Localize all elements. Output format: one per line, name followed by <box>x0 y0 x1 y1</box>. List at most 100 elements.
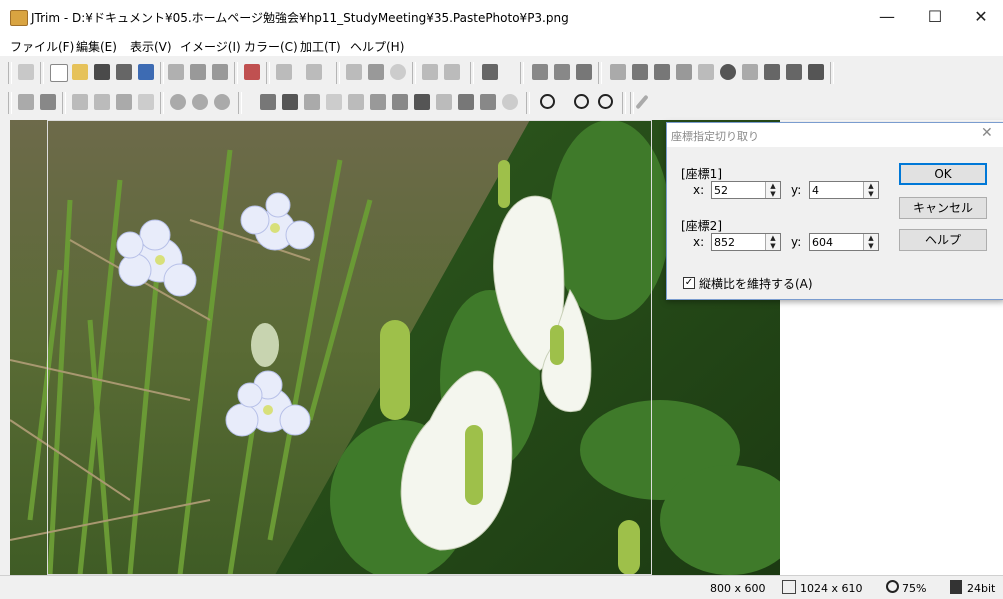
noise-icon[interactable] <box>742 64 758 80</box>
filter-icon[interactable] <box>554 64 570 80</box>
toolbar-separator <box>598 62 602 84</box>
app-icon <box>10 10 28 26</box>
trim-icon[interactable] <box>40 94 56 110</box>
paste-new-icon[interactable] <box>212 64 228 80</box>
toolbar-separator <box>8 92 12 114</box>
dialog-titlebar: 座標指定切り取り ✕ <box>667 123 1003 147</box>
y2-spinner[interactable]: ▲▼ <box>809 233 879 251</box>
y2-input[interactable] <box>810 234 866 250</box>
gamma-icon[interactable] <box>698 64 714 80</box>
x2-label: x: <box>693 235 705 249</box>
print-preview-icon[interactable] <box>138 64 154 80</box>
y1-spinner[interactable]: ▲▼ <box>809 181 879 199</box>
mosaic-icon[interactable] <box>326 94 342 110</box>
menu-color[interactable]: カラー(C) <box>244 38 298 55</box>
histogram-icon[interactable] <box>676 64 692 80</box>
maximize-button[interactable]: ☐ <box>912 0 958 34</box>
fill-icon[interactable] <box>282 94 298 110</box>
spinner-arrows-icon[interactable]: ▲ ▼ <box>863 234 878 250</box>
open-folder-icon[interactable] <box>72 64 88 80</box>
flip-h-icon[interactable] <box>72 94 88 110</box>
flip-v-icon[interactable] <box>94 94 110 110</box>
x2-spinner[interactable]: ▲▼ <box>711 233 781 251</box>
filter-icon[interactable] <box>576 64 592 80</box>
menu-help[interactable]: ヘルプ(H) <box>350 38 404 55</box>
menu-view[interactable]: 表示(V) <box>130 38 172 55</box>
y1-input[interactable] <box>810 182 866 198</box>
crop-selection[interactable] <box>47 120 652 575</box>
cancel-button[interactable]: キャンセル <box>899 197 987 219</box>
target-icon[interactable] <box>502 94 518 110</box>
resize-icon[interactable] <box>18 64 34 80</box>
select-icon[interactable] <box>346 64 362 80</box>
effect-icon[interactable] <box>808 64 824 80</box>
grid-icon[interactable] <box>422 64 438 80</box>
copy-icon[interactable] <box>168 64 184 80</box>
zoom-level: 75% <box>902 582 927 595</box>
square-icon[interactable] <box>414 94 430 110</box>
spinner-arrows-icon[interactable]: ▲ ▼ <box>765 182 780 198</box>
rotate-left-icon[interactable] <box>192 94 208 110</box>
effect-icon[interactable] <box>764 64 780 80</box>
effect-icon[interactable] <box>786 64 802 80</box>
sparkle-icon[interactable] <box>304 94 320 110</box>
zoom-in-icon[interactable] <box>574 94 589 109</box>
level-icon[interactable] <box>654 64 670 80</box>
keep-ratio-label[interactable]: 縦横比を維持する(A) <box>699 275 813 292</box>
toolbar-separator <box>8 62 12 84</box>
zoom-dropdown-icon[interactable] <box>540 94 555 109</box>
menu-process[interactable]: 加工(T) <box>300 38 341 55</box>
window-title: JTrim - D:¥ドキュメント¥05.ホームページ勉強会¥hp11_Stud… <box>31 11 569 25</box>
emboss-icon[interactable] <box>370 94 386 110</box>
toolbar-separator <box>160 92 164 114</box>
save-icon[interactable] <box>94 64 110 80</box>
crop-icon[interactable] <box>18 94 34 110</box>
pattern-icon[interactable] <box>436 94 452 110</box>
redo-icon[interactable] <box>306 64 322 80</box>
keep-ratio-checkbox[interactable]: ✓ <box>683 277 695 289</box>
rotate-icon[interactable] <box>170 94 186 110</box>
frame-icon[interactable] <box>444 64 460 80</box>
crop-coordinates-dialog: 座標指定切り取り ✕ [座標1] x: ▲▼ y: ▲▼ [座標2] x: ▲▼… <box>666 122 1003 300</box>
print-icon[interactable] <box>116 64 132 80</box>
image-canvas[interactable] <box>10 120 780 575</box>
rotate-right-icon[interactable] <box>214 94 230 110</box>
mirror-icon[interactable] <box>116 94 132 110</box>
x1-label: x: <box>693 183 705 197</box>
toolbar-edit <box>0 88 1003 118</box>
ok-button[interactable]: OK <box>899 163 987 185</box>
zoom-out-icon[interactable] <box>598 94 613 109</box>
edge-icon[interactable] <box>392 94 408 110</box>
x1-input[interactable] <box>712 182 768 198</box>
close-button[interactable]: ✕ <box>958 0 1003 34</box>
x1-spinner[interactable]: ▲▼ <box>711 181 781 199</box>
dialog-close-icon[interactable]: ✕ <box>981 125 993 141</box>
menu-edit[interactable]: 編集(E) <box>76 38 117 55</box>
x2-input[interactable] <box>712 234 768 250</box>
text-icon[interactable] <box>368 64 384 80</box>
eyedropper-icon[interactable] <box>635 94 649 110</box>
view-icon[interactable] <box>482 64 498 80</box>
brightness-icon[interactable] <box>610 64 626 80</box>
contrast-icon[interactable] <box>632 64 648 80</box>
help-button[interactable]: ヘルプ <box>899 229 987 251</box>
spinner-arrows-icon[interactable]: ▲ ▼ <box>765 234 780 250</box>
filter-icon[interactable] <box>532 64 548 80</box>
paste-icon[interactable] <box>190 64 206 80</box>
undo-icon[interactable] <box>276 64 292 80</box>
circle-icon[interactable] <box>390 64 406 80</box>
toolbar-separator <box>266 62 270 84</box>
brush-icon[interactable] <box>480 94 496 110</box>
mono-icon[interactable] <box>720 64 736 80</box>
paint-icon[interactable] <box>260 94 276 110</box>
capture-icon[interactable] <box>244 64 260 80</box>
new-file-icon[interactable] <box>50 64 68 82</box>
blur-icon[interactable] <box>348 94 364 110</box>
frame-icon[interactable] <box>138 94 154 110</box>
menu-file[interactable]: ファイル(F) <box>10 38 74 55</box>
menu-image[interactable]: イメージ(I) <box>180 38 241 55</box>
spinner-arrows-icon[interactable]: ▲ ▼ <box>863 182 878 198</box>
line-icon[interactable] <box>458 94 474 110</box>
color-depth-icon <box>950 580 962 594</box>
minimize-button[interactable]: — <box>864 0 910 34</box>
